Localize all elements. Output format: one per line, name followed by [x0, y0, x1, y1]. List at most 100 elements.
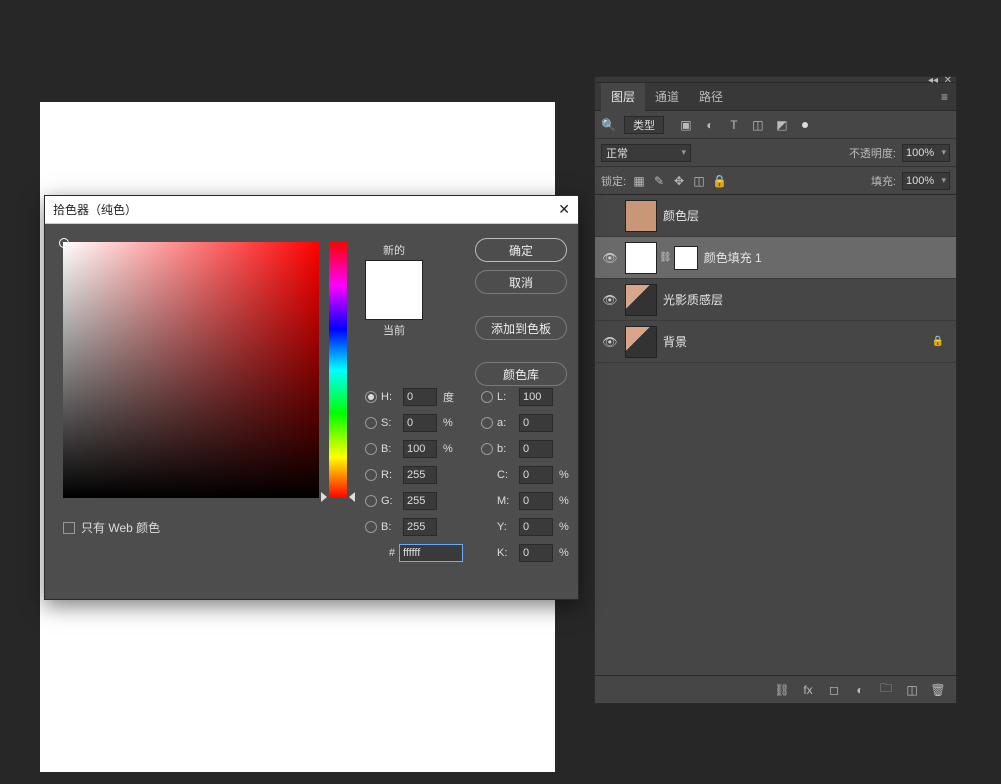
checkbox-icon[interactable]: [63, 522, 75, 534]
close-icon[interactable]: ✕: [558, 201, 570, 218]
hsb-s-row: S: 0 %: [365, 410, 463, 436]
a-radio[interactable]: [481, 417, 493, 429]
b2-radio[interactable]: [365, 521, 377, 533]
eye-icon[interactable]: 👁: [601, 251, 619, 265]
h-input[interactable]: 0: [403, 388, 437, 406]
layer-thumb[interactable]: [625, 284, 657, 316]
color-cursor[interactable]: [59, 238, 69, 248]
r-label: R:: [381, 469, 399, 481]
fill-label: 填充:: [871, 173, 896, 189]
lock-move-icon[interactable]: ✥: [672, 174, 686, 188]
layer-row[interactable]: 👁 背景 🔒: [595, 321, 956, 363]
color-value-inputs: H: 0 度 S: 0 % B: 100 %: [365, 384, 565, 566]
a-label: a:: [497, 417, 515, 429]
layer-filter-row: 🔍 类型 ▣ ◐ T ◫ ◩: [595, 111, 956, 139]
layer-name[interactable]: 背景: [663, 333, 932, 350]
r-radio[interactable]: [365, 469, 377, 481]
s-unit: %: [443, 417, 457, 429]
layer-thumb[interactable]: [625, 200, 657, 232]
l-radio[interactable]: [481, 391, 493, 403]
filter-type-icon[interactable]: T: [726, 118, 742, 132]
eye-icon[interactable]: 👁: [601, 293, 619, 307]
layer-row[interactable]: 颜色层: [595, 195, 956, 237]
layer-name[interactable]: 颜色填充 1: [704, 249, 950, 266]
search-icon: 🔍: [601, 118, 616, 132]
ok-button[interactable]: 确定: [475, 238, 567, 262]
filter-toggle-icon[interactable]: [802, 122, 808, 128]
tab-paths[interactable]: 路径: [689, 83, 733, 111]
filter-kind-dropdown[interactable]: 类型: [624, 116, 664, 134]
tab-channels[interactable]: 通道: [645, 83, 689, 111]
filter-smart-icon[interactable]: ◩: [774, 118, 790, 132]
collapse-icon[interactable]: ◂◂: [928, 75, 938, 86]
c-input[interactable]: 0: [519, 466, 553, 484]
fill-input[interactable]: 100%: [902, 172, 950, 190]
y-input[interactable]: 0: [519, 518, 553, 536]
g-input[interactable]: 255: [403, 492, 437, 510]
color-field[interactable]: [63, 242, 319, 498]
b2-input[interactable]: 255: [403, 518, 437, 536]
filter-adjust-icon[interactable]: ◐: [702, 118, 718, 132]
panel-menu-icon[interactable]: ≡: [941, 90, 948, 104]
eye-icon[interactable]: 👁: [601, 335, 619, 349]
opacity-input[interactable]: 100%: [902, 144, 950, 162]
link-layers-icon[interactable]: ⛓: [774, 683, 790, 697]
new-current-swatches: 新的 当前: [365, 242, 423, 340]
g-radio[interactable]: [365, 495, 377, 507]
blend-mode-dropdown[interactable]: 正常: [601, 144, 691, 162]
layer-list: 颜色层 👁 ⛓ 颜色填充 1 👁 光影质感层 👁 背景 🔒: [595, 195, 956, 363]
hue-arrow-left: [321, 492, 327, 502]
s-input[interactable]: 0: [403, 414, 437, 432]
link-icon[interactable]: ⛓: [659, 252, 672, 263]
c-unit: %: [559, 469, 573, 481]
hue-slider[interactable]: [329, 242, 347, 498]
layer-row[interactable]: 👁 光影质感层: [595, 279, 956, 321]
h-radio[interactable]: [365, 391, 377, 403]
a-input[interactable]: 0: [519, 414, 553, 432]
lock-transparent-icon[interactable]: ▦: [632, 174, 646, 188]
layer-thumb[interactable]: [625, 242, 657, 274]
filter-shape-icon[interactable]: ◫: [750, 118, 766, 132]
new-color-swatch[interactable]: [365, 260, 423, 320]
tab-layers[interactable]: 图层: [601, 83, 645, 111]
layer-name[interactable]: 颜色层: [663, 207, 950, 224]
k-input[interactable]: 0: [519, 544, 553, 562]
group-icon[interactable]: 🗀: [878, 679, 894, 700]
r-input[interactable]: 255: [403, 466, 437, 484]
close-panel-icon[interactable]: ✕: [944, 75, 952, 86]
color-libraries-button[interactable]: 颜色库: [475, 362, 567, 386]
m-label: M:: [497, 495, 515, 507]
cmyk-y-row: Y: 0 %: [481, 514, 573, 540]
filter-image-icon[interactable]: ▣: [678, 118, 694, 132]
lock-fill-row: 锁定: ▦ ✎ ✥ ◫ 🔒 填充: 100%: [595, 167, 956, 195]
s-radio[interactable]: [365, 417, 377, 429]
m-input[interactable]: 0: [519, 492, 553, 510]
dialog-titlebar[interactable]: 拾色器（纯色） ✕: [45, 196, 578, 224]
cancel-button[interactable]: 取消: [475, 270, 567, 294]
new-label: 新的: [365, 242, 423, 258]
labb-input[interactable]: 0: [519, 440, 553, 458]
lock-brush-icon[interactable]: ✎: [652, 174, 666, 188]
add-swatch-button[interactable]: 添加到色板: [475, 316, 567, 340]
k-unit: %: [559, 547, 573, 559]
layer-row[interactable]: 👁 ⛓ 颜色填充 1: [595, 237, 956, 279]
b2-label: B:: [381, 521, 399, 533]
fx-icon[interactable]: fx: [800, 683, 816, 697]
trash-icon[interactable]: 🗑: [930, 683, 946, 697]
layer-thumb[interactable]: [625, 326, 657, 358]
lock-all-icon[interactable]: 🔒: [712, 174, 726, 188]
filter-icons: ▣ ◐ T ◫ ◩: [678, 118, 790, 132]
b-input[interactable]: 100: [403, 440, 437, 458]
color-picker-dialog: 拾色器（纯色） ✕ 新的 当前 确定 取消 添加到色板 颜色库 只有 Web 颜…: [44, 195, 579, 600]
adjustment-icon[interactable]: ◐: [852, 683, 868, 697]
web-only-checkbox[interactable]: 只有 Web 颜色: [63, 519, 160, 536]
new-layer-icon[interactable]: ◫: [904, 683, 920, 697]
layer-name[interactable]: 光影质感层: [663, 291, 950, 308]
l-input[interactable]: 100: [519, 388, 553, 406]
labb-radio[interactable]: [481, 443, 493, 455]
lock-artboard-icon[interactable]: ◫: [692, 174, 706, 188]
layer-mask-thumb[interactable]: [674, 246, 698, 270]
b-radio[interactable]: [365, 443, 377, 455]
hex-input[interactable]: ffffff: [399, 544, 463, 562]
mask-icon[interactable]: ◻: [826, 683, 842, 697]
